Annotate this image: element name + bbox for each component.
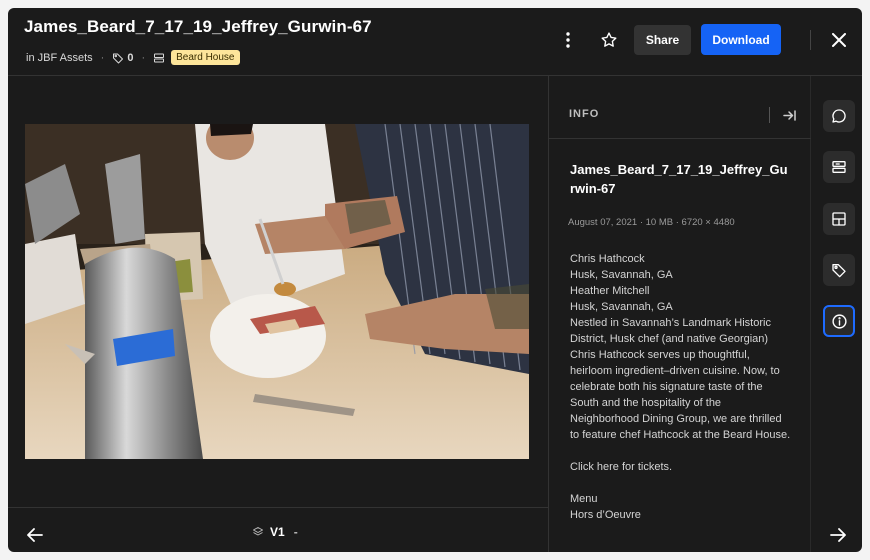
asset-image [25, 124, 529, 459]
info-file-meta: August 07, 2021 · 10 MB · 6720 × 4480 [568, 217, 735, 228]
tickets-link[interactable]: Click here for tickets. [570, 459, 792, 475]
description-line: Husk, Savannah, GA [570, 269, 673, 281]
tag-count: 0 [127, 51, 134, 64]
favorite-button[interactable] [597, 28, 621, 52]
board-icon [153, 52, 165, 64]
description-line: Husk, Savannah, GA [570, 301, 673, 313]
panel-header-divider [769, 107, 770, 123]
close-icon [832, 33, 846, 47]
version-label: V1 [270, 525, 285, 539]
location-link[interactable]: JBF Assets [38, 52, 93, 64]
tag-icon [113, 53, 124, 63]
tags-count-button[interactable]: 0 [112, 52, 133, 64]
star-icon [601, 32, 617, 47]
info-panel: INFO James_Beard_7_17_19_Jeffrey_Gurwin-… [548, 76, 811, 552]
tags-icon [832, 264, 846, 278]
close-button[interactable] [827, 28, 851, 52]
info-icon [831, 313, 847, 329]
version-selector[interactable]: V1 - [252, 525, 298, 539]
layers-icon [253, 527, 263, 536]
version-dropdown-indicator: - [293, 525, 298, 539]
right-tool-rail [811, 76, 862, 552]
asset-meta: in JBF Assets · 0 · Beard House [26, 50, 240, 65]
info-tab-button[interactable] [823, 305, 855, 337]
info-description: Chris Hathcock Husk, Savannah, GA Heathe… [570, 251, 792, 523]
board-badge[interactable]: Beard House [171, 50, 240, 65]
viewer-header: James_Beard_7_17_19_Jeffrey_Gurwin-67 in… [8, 8, 862, 76]
collapse-panel-icon [782, 109, 796, 121]
comment-icon [832, 109, 846, 123]
info-panel-header: INFO [549, 76, 811, 139]
share-button[interactable]: Share [634, 25, 691, 55]
boards-tab-button[interactable] [823, 151, 855, 183]
previous-asset-button[interactable] [24, 524, 46, 546]
location-prefix: in [26, 51, 35, 64]
more-vertical-icon [566, 32, 570, 48]
image-stage: V1 - [8, 76, 548, 552]
header-divider [810, 30, 811, 50]
next-asset-button[interactable] [827, 524, 849, 546]
menu-item: Hors d’Oeuvre [570, 509, 641, 521]
description-line: Chris Hathcock [570, 253, 645, 265]
description-line: Heather Mitchell [570, 285, 650, 297]
meta-separator: · [100, 51, 105, 64]
meta-separator: · [141, 51, 146, 64]
asset-viewer-window: James_Beard_7_17_19_Jeffrey_Gurwin-67 in… [8, 8, 862, 552]
description-line: Nestled in Savannah’s Landmark Historic … [570, 317, 791, 441]
layout-icon [832, 212, 846, 226]
tags-tab-button[interactable] [823, 254, 855, 286]
layout-tab-button[interactable] [823, 203, 855, 235]
comments-tab-button[interactable] [823, 100, 855, 132]
menu-heading: Menu [570, 493, 598, 505]
info-file-name: James_Beard_7_17_19_Jeffrey_Gurwin-67 [570, 162, 788, 196]
arrow-left-icon [27, 528, 43, 542]
viewer-footer-divider [8, 507, 548, 508]
collapse-panel-button[interactable] [778, 105, 800, 125]
download-button[interactable]: Download [701, 24, 781, 55]
info-panel-title: INFO [569, 108, 600, 120]
asset-title: James_Beard_7_17_19_Jeffrey_Gurwin-67 [24, 17, 372, 36]
more-options-button[interactable] [557, 28, 579, 52]
boards-icon [832, 161, 846, 173]
arrow-right-icon [830, 528, 846, 542]
